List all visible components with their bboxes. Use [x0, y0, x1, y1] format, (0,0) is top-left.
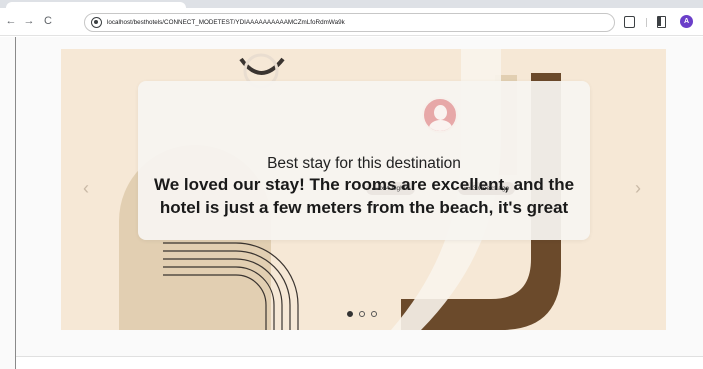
- review-quote: We loved our stay! The rooms are excelle…: [153, 175, 575, 217]
- carousel-dot-3[interactable]: [371, 311, 377, 317]
- back-button[interactable]: ←: [4, 14, 18, 28]
- address-bar[interactable]: localhost/besthotels/CONNECT_MODETEST/YD…: [84, 13, 615, 32]
- side-panel-icon[interactable]: [657, 16, 666, 28]
- tab-strip: [0, 0, 703, 8]
- carousel-dot-1[interactable]: [347, 311, 353, 317]
- toolbar-divider: [646, 18, 647, 27]
- carousel-dot-2[interactable]: [359, 311, 365, 317]
- extensions-icon[interactable]: [624, 16, 635, 28]
- forward-button[interactable]: →: [22, 14, 36, 28]
- avatar-head-shape: [434, 105, 447, 120]
- below-banner-section: [16, 356, 703, 369]
- profile-avatar[interactable]: A: [680, 15, 693, 28]
- carousel-next-arrow[interactable]: ›: [635, 179, 641, 197]
- page-content: ‹ › Best stay for this destination ▬ x 4 …: [0, 37, 703, 369]
- site-info-icon[interactable]: [91, 17, 102, 28]
- carousel-pagination: [347, 311, 381, 319]
- browser-toolbar: ← → C localhost/besthotels/CONNECT_MODET…: [0, 8, 703, 36]
- reload-button[interactable]: C: [41, 14, 55, 28]
- page-left-border: [15, 37, 16, 369]
- url-text[interactable]: localhost/besthotels/CONNECT_MODETEST/YD…: [107, 14, 345, 31]
- carousel-prev-arrow[interactable]: ‹: [83, 179, 89, 197]
- quote-wrapper: We loved our stay! The rooms are excelle…: [138, 173, 590, 219]
- reviewer-avatar: [422, 97, 458, 133]
- review-title: Best stay for this destination: [267, 155, 461, 172]
- avatar-body-shape: [429, 120, 452, 131]
